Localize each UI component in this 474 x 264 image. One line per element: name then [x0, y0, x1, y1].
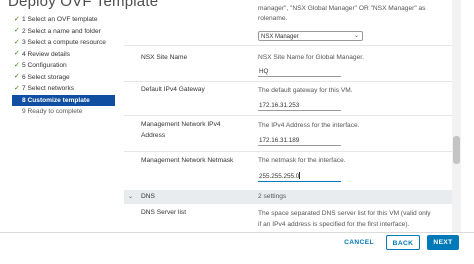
- mgmt-ip-label-line2: Address: [141, 132, 166, 139]
- dns-settings-count: 2 settings: [258, 193, 287, 200]
- dns-hint-line2: if an IPv4 address is specified for the …: [258, 221, 410, 228]
- gateway-input[interactable]: 172.16.31.253: [258, 100, 341, 111]
- rolename-hint-line2: rolename.: [258, 15, 288, 22]
- rolename-select[interactable]: NSX Manager ⌄: [258, 31, 363, 41]
- step-8-active[interactable]: 8 Customize template: [12, 94, 115, 106]
- step-4[interactable]: ✓ 4 Review details: [12, 49, 115, 60]
- gateway-hint: The default gateway for this VM.: [258, 87, 353, 94]
- step-5[interactable]: ✓ 5 Configuration: [12, 60, 115, 71]
- back-button[interactable]: BACK: [386, 235, 420, 250]
- divider: [124, 45, 454, 46]
- check-icon: ✓: [14, 61, 20, 69]
- step-3[interactable]: ✓ 3 Select a compute resource: [12, 37, 115, 48]
- netmask-value: 255.255.255.0: [259, 173, 300, 180]
- step-1[interactable]: ✓ 1 Select an OVF template: [12, 14, 115, 25]
- site-name-hint: NSX Site Name for Global Manager.: [258, 54, 364, 61]
- footer-divider: [0, 232, 474, 233]
- dns-section-header[interactable]: ⌄ DNS 2 settings: [124, 190, 454, 204]
- dns-section-label: DNS: [141, 193, 155, 200]
- wizard-steps: ✓ 1 Select an OVF template ✓ 2 Select a na…: [12, 14, 115, 118]
- check-icon: ✓: [14, 15, 20, 23]
- check-icon: ✓: [14, 38, 20, 46]
- divider: [124, 115, 454, 116]
- rolename-hint-line1: manager", "NSX Global Manager" OR "NSX M…: [258, 5, 426, 12]
- step-6[interactable]: ✓ 6 Select storage: [12, 72, 115, 83]
- divider: [124, 151, 454, 152]
- divider: [124, 81, 454, 82]
- check-icon: ✓: [14, 27, 20, 34]
- dns-hint-line1: The space separated DNS server list for …: [258, 210, 431, 217]
- chevron-down-icon: ⌄: [128, 194, 134, 200]
- text-caret: [299, 172, 300, 179]
- gateway-label: Default IPv4 Gateway: [141, 86, 205, 93]
- customize-template-form: manager", "NSX Global Manager" OR "NSX M…: [124, 0, 454, 232]
- mgmt-ip-input[interactable]: 172.16.31.189: [258, 135, 341, 146]
- site-name-label: NSX Site Name: [141, 54, 188, 61]
- netmask-label: Management Network Netmask: [141, 157, 234, 164]
- step-2[interactable]: ✓ 2 Select a name and folder: [12, 26, 115, 37]
- next-button[interactable]: NEXT: [427, 235, 459, 250]
- check-icon: ✓: [14, 50, 20, 57]
- scrollbar-thumb[interactable]: [453, 136, 460, 164]
- step-7[interactable]: ✓ 7 Select networks: [12, 83, 115, 94]
- rolename-selected-value: NSX Manager: [261, 34, 299, 40]
- content-scrollbar[interactable]: [452, 0, 461, 232]
- netmask-input[interactable]: 255.255.255.0: [258, 171, 341, 182]
- netmask-hint: The netmask for the interface.: [258, 157, 346, 164]
- chevron-down-icon: ⌄: [353, 33, 359, 39]
- check-icon: ✓: [14, 84, 20, 92]
- check-icon: ✓: [14, 73, 20, 80]
- step-9: 9 Ready to complete: [22, 108, 83, 115]
- site-name-input[interactable]: HQ: [258, 66, 341, 77]
- dns-server-label: DNS Server list: [141, 209, 187, 216]
- mgmt-ip-hint: The IPv4 Address for the interface.: [258, 122, 360, 129]
- cancel-button[interactable]: CANCEL: [341, 235, 377, 250]
